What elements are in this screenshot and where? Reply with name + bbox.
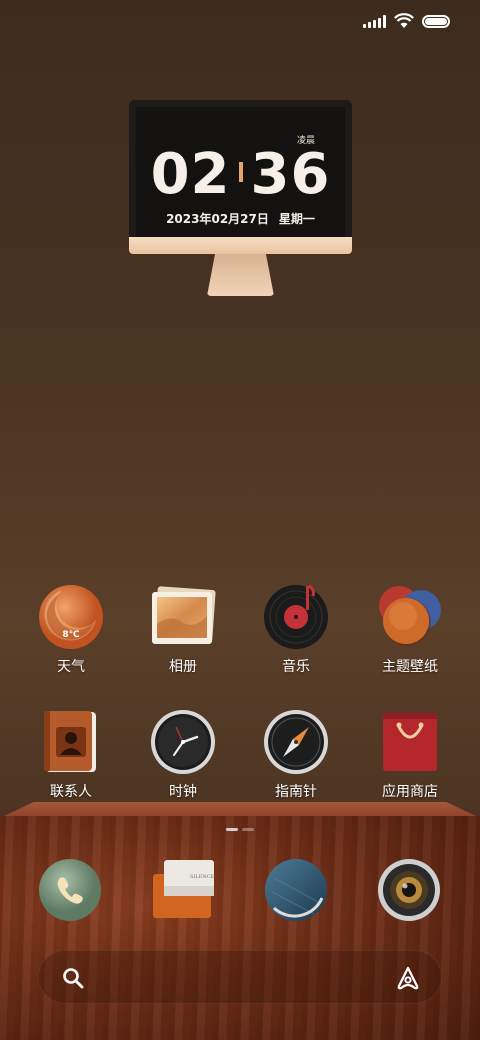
search-bar[interactable] (38, 950, 442, 1004)
app-weather[interactable]: 8℃ 天气 (16, 584, 126, 676)
app-label: 天气 (57, 659, 85, 675)
app-label: 联系人 (50, 784, 92, 800)
app-label: 指南针 (275, 784, 317, 800)
dock-camera[interactable] (377, 858, 441, 922)
app-label: 时钟 (169, 784, 197, 800)
monitor-stand (207, 254, 274, 296)
browser-icon (265, 859, 327, 921)
monitor-chin (129, 237, 352, 254)
monitor-screen: 凌晨 02 36 2023年02月27日 星期一 (129, 100, 352, 237)
weather-icon: 8℃ (38, 584, 104, 650)
wifi-icon (394, 13, 414, 28)
app-label: 应用商店 (382, 784, 438, 800)
app-music[interactable]: 音乐 (241, 584, 351, 676)
page-indicator[interactable] (226, 828, 254, 831)
app-gallery[interactable]: 相册 (128, 584, 238, 676)
time-minutes: 36 (250, 142, 331, 207)
assistant-icon[interactable] (395, 965, 421, 991)
clock-widget[interactable]: 凌晨 02 36 2023年02月27日 星期一 (129, 100, 352, 296)
app-themes[interactable]: 主题壁纸 (355, 584, 465, 676)
time-hours: 02 (150, 142, 231, 207)
camera-icon (378, 859, 440, 921)
signal-icon (363, 14, 386, 28)
phone-icon (39, 859, 101, 921)
messages-icon (153, 860, 214, 918)
weekday-text: 星期一 (278, 212, 315, 226)
time-display: 02 36 (136, 145, 345, 205)
compass-icon (263, 709, 329, 775)
dock-phone[interactable] (38, 858, 102, 922)
themes-icon (377, 584, 443, 650)
app-store[interactable]: 应用商店 (355, 709, 465, 801)
date-display: 2023年02月27日 星期一 (136, 210, 345, 227)
battery-icon (422, 14, 450, 28)
date-text: 2023年02月27日 (166, 212, 269, 226)
app-store-icon (377, 709, 443, 775)
app-compass[interactable]: 指南针 (241, 709, 351, 801)
search-icon[interactable] (61, 966, 85, 990)
contacts-icon (38, 709, 104, 775)
dock-messages[interactable]: SILENCE (152, 858, 216, 922)
clock-icon (150, 709, 216, 775)
app-label: 主题壁纸 (382, 659, 438, 675)
app-label: 音乐 (282, 659, 310, 675)
dock-shelf (0, 816, 480, 1040)
app-label: 相册 (169, 659, 197, 675)
app-contacts[interactable]: 联系人 (16, 709, 126, 801)
dock-browser[interactable] (264, 858, 328, 922)
status-bar (363, 10, 450, 32)
music-icon (263, 584, 329, 650)
weather-temp: 8℃ (62, 630, 80, 640)
app-clock[interactable]: 时钟 (128, 709, 238, 801)
messages-note-text: SILENCE (190, 874, 215, 880)
gallery-icon (150, 584, 216, 650)
